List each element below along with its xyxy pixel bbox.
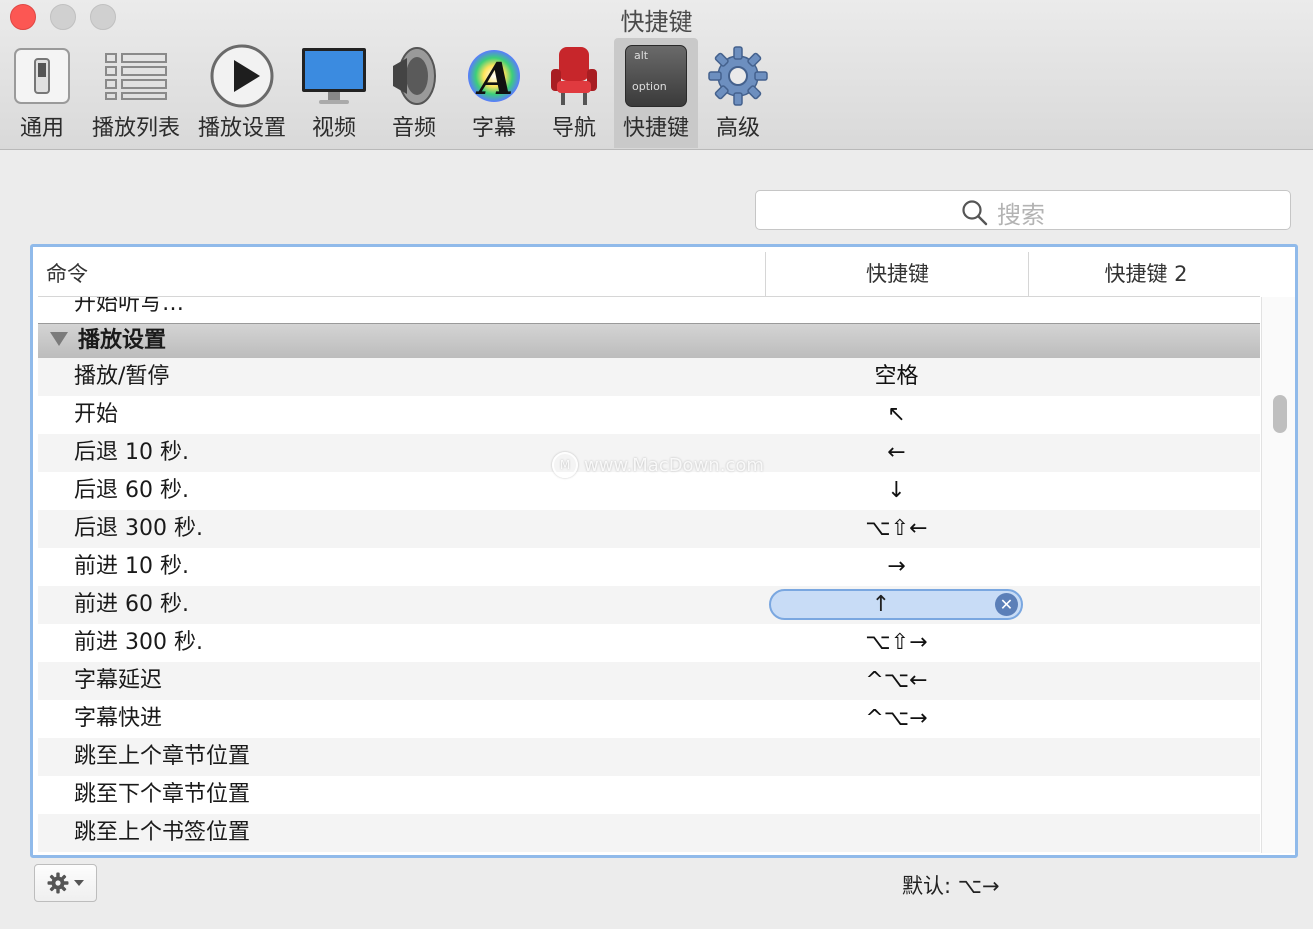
command-cell: 字幕延迟: [74, 668, 163, 693]
table-row[interactable]: 跳至上个书签位置: [38, 814, 1260, 852]
table-row[interactable]: 前进 60 秒. ↑ ✕: [38, 586, 1260, 624]
group-title: 播放设置: [78, 328, 167, 353]
toolbar-label: 通用: [19, 116, 64, 141]
shortcut-cell[interactable]: ^⌥←: [765, 662, 1028, 700]
font-icon: A: [458, 44, 530, 108]
shortcut-cell[interactable]: [765, 814, 1028, 852]
toolbar-label: 高级: [715, 116, 760, 141]
watermark-logo-icon: M: [552, 452, 578, 478]
default-shortcut-label: 默认: ⌥→: [902, 874, 1000, 898]
toolbar-label: 快捷键: [622, 116, 689, 141]
action-menu-button[interactable]: [34, 864, 97, 902]
watermark: M www.MacDown.com: [552, 452, 764, 478]
shortcut-cell[interactable]: ←: [765, 434, 1028, 472]
shortcut-cell[interactable]: →: [765, 548, 1028, 586]
shortcut-cell[interactable]: 空格: [765, 358, 1028, 396]
toolbar-item-audio[interactable]: 音频: [378, 38, 450, 148]
table-row[interactable]: 字幕快进 ^⌥→: [38, 700, 1260, 738]
command-cell: 后退 300 秒.: [74, 516, 203, 541]
scrollbar-thumb[interactable]: [1273, 395, 1287, 433]
shortcut-cell[interactable]: ⌥⇧→: [765, 624, 1028, 662]
command-cell: 跳至上个书签位置: [74, 820, 251, 845]
toolbar-item-video[interactable]: 视频: [298, 38, 370, 148]
gear-icon: [702, 44, 774, 108]
table-row[interactable]: 字幕延迟 ^⌥←: [38, 662, 1260, 700]
key-option-label: option: [632, 80, 667, 93]
command-cell: 开始听写…: [74, 297, 185, 316]
command-cell: 字幕快进: [74, 706, 163, 731]
shortcut-cell[interactable]: ^⌥→: [765, 700, 1028, 738]
seat-icon: [538, 44, 610, 108]
search-icon: [962, 199, 988, 225]
shortcut-cell[interactable]: ↖: [765, 396, 1028, 434]
table-row[interactable]: 前进 300 秒. ⌥⇧→: [38, 624, 1260, 662]
monitor-icon: [298, 44, 370, 108]
speaker-icon: [378, 44, 450, 108]
table-row[interactable]: 跳至下个章节位置: [38, 776, 1260, 814]
toolbar-item-playlist[interactable]: 播放列表: [86, 38, 186, 148]
table-row[interactable]: 前进 10 秒. →: [38, 548, 1260, 586]
command-cell: 后退 10 秒.: [74, 440, 189, 465]
toolbar-label: 播放列表: [91, 116, 180, 141]
toolbar-item-playback[interactable]: 播放设置: [192, 38, 292, 148]
command-cell: 跳至上个章节位置: [74, 744, 251, 769]
gear-icon: [47, 872, 68, 894]
toolbar-item-navigation[interactable]: 导航: [538, 38, 610, 148]
toolbar-label: 视频: [311, 116, 356, 141]
column-header-shortcut-2[interactable]: 快捷键 2: [1028, 252, 1263, 296]
command-cell: 前进 60 秒.: [74, 592, 189, 617]
key-alt-label: alt: [634, 49, 649, 62]
toolbar-item-general[interactable]: 通用: [4, 38, 80, 148]
window-title: 快捷键: [620, 8, 693, 36]
table-row[interactable]: 开始 ↖: [38, 396, 1260, 434]
toolbar-label: 播放设置: [197, 116, 286, 141]
shortcut-table[interactable]: 命令 快捷键 快捷键 2 开始听写… 播放设置 播放/暂停 空格 开始 ↖ 后退…: [30, 244, 1298, 858]
toolbar-label: 字幕: [471, 116, 516, 141]
shortcut-cell[interactable]: [765, 738, 1028, 776]
toolbar-item-shortcuts[interactable]: alt option 快捷键: [614, 38, 698, 148]
command-cell: 开始: [74, 402, 119, 427]
shortcut-cell[interactable]: [765, 776, 1028, 814]
toolbar-label: 音频: [391, 116, 436, 141]
shortcut-cell[interactable]: ⌥⇧←: [765, 510, 1028, 548]
option-key-icon: alt option: [614, 44, 698, 108]
toolbar-label: 导航: [551, 116, 596, 141]
switch-icon: [4, 44, 80, 108]
command-cell: 前进 10 秒.: [74, 554, 189, 579]
table-row[interactable]: 开始听写…: [38, 297, 1260, 323]
column-header-shortcut[interactable]: 快捷键: [765, 252, 1029, 296]
search-field[interactable]: 搜索: [755, 190, 1291, 230]
svg-text:A: A: [475, 54, 513, 104]
toolbar-item-subtitles[interactable]: A 字幕: [458, 38, 530, 148]
table-row[interactable]: 播放/暂停 空格: [38, 358, 1260, 396]
table-header: 命令 快捷键 快捷键 2: [38, 252, 1260, 297]
command-cell: 跳至下个章节位置: [74, 782, 251, 807]
column-header-command[interactable]: 命令: [46, 252, 88, 296]
disclosure-triangle-icon[interactable]: [50, 332, 68, 346]
chevron-down-icon: [73, 880, 84, 886]
table-row[interactable]: 后退 300 秒. ⌥⇧←: [38, 510, 1260, 548]
search-placeholder: 搜索: [997, 201, 1045, 229]
vertical-scrollbar[interactable]: [1261, 297, 1295, 853]
command-cell: 播放/暂停: [74, 364, 170, 389]
group-header-playback[interactable]: 播放设置: [38, 323, 1260, 359]
shortcut-edit-field[interactable]: ↑ ✕: [769, 589, 1023, 620]
command-cell: 后退 60 秒.: [74, 478, 189, 503]
clear-shortcut-icon[interactable]: ✕: [995, 593, 1018, 616]
toolbar-item-advanced[interactable]: 高级: [702, 38, 774, 148]
watermark-text: www.MacDown.com: [584, 454, 764, 476]
shortcut-cell[interactable]: ↓: [765, 472, 1028, 510]
shortcut-edit-value: ↑: [871, 592, 891, 617]
table-row[interactable]: 跳至上个章节位置: [38, 738, 1260, 776]
command-cell: 前进 300 秒.: [74, 630, 203, 655]
table-body: 开始听写… 播放设置 播放/暂停 空格 开始 ↖ 后退 10 秒. ← 后退 6…: [38, 297, 1260, 853]
toolbar: 快捷键 通用 播放列表 播放设置 视频 音频 A 字幕 导航 alt optio…: [0, 0, 1313, 150]
play-icon: [192, 44, 292, 108]
list-icon: [86, 44, 186, 108]
